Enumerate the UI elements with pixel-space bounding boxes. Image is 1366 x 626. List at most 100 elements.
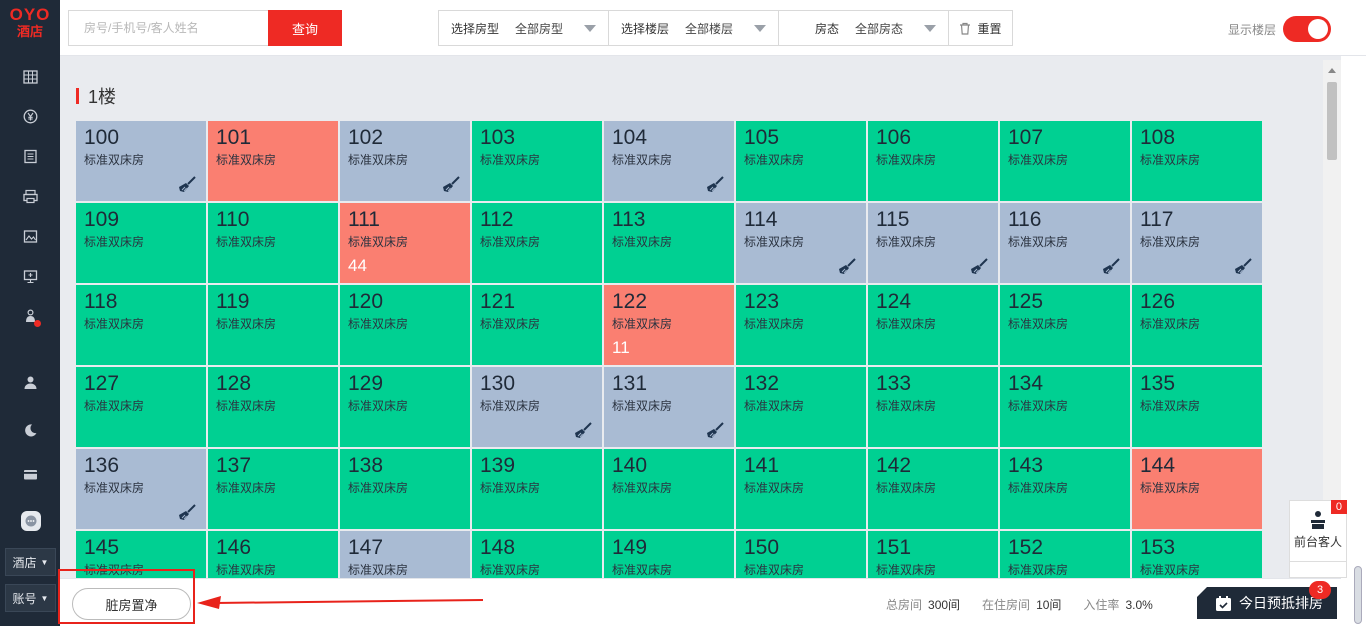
- room-tile-111[interactable]: 111 标准双床房 44: [340, 203, 470, 283]
- room-tile-122[interactable]: 122 标准双床房 11: [604, 285, 734, 365]
- room-tile-130[interactable]: 130 标准双床房: [472, 367, 602, 447]
- room-tile-108[interactable]: 108 标准双床房: [1132, 121, 1262, 201]
- room-tile-131[interactable]: 131 标准双床房: [604, 367, 734, 447]
- room-tile-148[interactable]: 148 标准双床房: [472, 531, 602, 578]
- room-number: 132: [744, 372, 780, 395]
- room-tile-110[interactable]: 110 标准双床房: [208, 203, 338, 283]
- hotel-menu-label: 酒店: [12, 555, 37, 570]
- room-tile-119[interactable]: 119 标准双床房: [208, 285, 338, 365]
- broom-icon: [443, 176, 460, 193]
- image-icon[interactable]: [22, 228, 38, 244]
- room-tile-132[interactable]: 132 标准双床房: [736, 367, 866, 447]
- room-type: 标准双床房: [480, 399, 541, 413]
- room-number: 102: [348, 126, 384, 149]
- room-tile-140[interactable]: 140 标准双床房: [604, 449, 734, 529]
- broom-icon: [971, 258, 988, 275]
- occupied-rooms-value: 10间: [1036, 598, 1062, 612]
- broom-icon: [1103, 258, 1120, 275]
- room-tile-141[interactable]: 141 标准双床房: [736, 449, 866, 529]
- room-tile-146[interactable]: 146 标准双床房: [208, 531, 338, 578]
- room-tile-142[interactable]: 142 标准双床房: [868, 449, 998, 529]
- room-type: 标准双床房: [480, 235, 541, 249]
- room-tile-124[interactable]: 124 标准双床房: [868, 285, 998, 365]
- room-tile-102[interactable]: 102 标准双床房: [340, 121, 470, 201]
- room-number: 128: [216, 372, 252, 395]
- front-desk-guests-button[interactable]: 0 前台客人: [1289, 500, 1347, 562]
- room-tile-103[interactable]: 103 标准双床房: [472, 121, 602, 201]
- room-number: 140: [612, 454, 648, 477]
- room-tile-149[interactable]: 149 标准双床房: [604, 531, 734, 578]
- room-tile-151[interactable]: 151 标准双床房: [868, 531, 998, 578]
- account-menu-button[interactable]: 账号 ▼: [5, 584, 56, 612]
- room-tile-144[interactable]: 144 标准双床房: [1132, 449, 1262, 529]
- room-number: 143: [1008, 454, 1044, 477]
- room-tile-106[interactable]: 106 标准双床房: [868, 121, 998, 201]
- hotel-menu-button[interactable]: 酒店 ▼: [5, 548, 56, 576]
- room-tile-125[interactable]: 125 标准双床房: [1000, 285, 1130, 365]
- room-tile-120[interactable]: 120 标准双床房: [340, 285, 470, 365]
- room-tile-153[interactable]: 153 标准双床房: [1132, 531, 1262, 578]
- room-tile-138[interactable]: 138 标准双床房: [340, 449, 470, 529]
- filter-room-type[interactable]: 选择房型 全部房型: [439, 11, 609, 45]
- room-type: 标准双床房: [216, 317, 277, 331]
- room-tile-116[interactable]: 116 标准双床房: [1000, 203, 1130, 283]
- card-icon[interactable]: [22, 466, 38, 482]
- reset-button[interactable]: 重置: [949, 11, 1012, 45]
- room-tile-114[interactable]: 114 标准双床房: [736, 203, 866, 283]
- room-tile-121[interactable]: 121 标准双床房: [472, 285, 602, 365]
- today-arrivals-button[interactable]: 今日预抵排房 3: [1197, 581, 1337, 619]
- room-tile-134[interactable]: 134 标准双床房: [1000, 367, 1130, 447]
- room-tile-126[interactable]: 126 标准双床房: [1132, 285, 1262, 365]
- room-number: 120: [348, 290, 384, 313]
- moon-icon[interactable]: [22, 422, 38, 438]
- show-floor-toggle[interactable]: [1283, 16, 1331, 42]
- search-input[interactable]: [68, 10, 268, 46]
- user-icon[interactable]: [22, 374, 38, 390]
- room-number: 121: [480, 290, 516, 313]
- room-tile-147[interactable]: 147 标准双床房: [340, 531, 470, 578]
- filter-room-status[interactable]: 房态 全部房态: [779, 11, 949, 45]
- room-tile-101[interactable]: 101 标准双床房: [208, 121, 338, 201]
- room-tile-143[interactable]: 143 标准双床房: [1000, 449, 1130, 529]
- room-tile-139[interactable]: 139 标准双床房: [472, 449, 602, 529]
- occupied-rooms-label: 在住房间: [982, 598, 1031, 612]
- monitor-icon[interactable]: [22, 268, 38, 284]
- room-type: 标准双床房: [876, 399, 937, 413]
- room-tile-133[interactable]: 133 标准双床房: [868, 367, 998, 447]
- room-tile-117[interactable]: 117 标准双床房: [1132, 203, 1262, 283]
- room-tile-128[interactable]: 128 标准双床房: [208, 367, 338, 447]
- room-tile-123[interactable]: 123 标准双床房: [736, 285, 866, 365]
- room-number: 109: [84, 208, 120, 231]
- filter-value: 全部房态: [855, 21, 904, 36]
- caret-down-icon: ▼: [40, 593, 49, 603]
- room-tile-105[interactable]: 105 标准双床房: [736, 121, 866, 201]
- yuan-icon[interactable]: [22, 108, 38, 124]
- filter-floor[interactable]: 选择楼层 全部楼层: [609, 11, 779, 45]
- scrollbar-thumb[interactable]: [1327, 82, 1337, 160]
- room-number: 139: [480, 454, 516, 477]
- scroll-up-icon[interactable]: [1328, 68, 1336, 73]
- room-tile-136[interactable]: 136 标准双床房: [76, 449, 206, 529]
- printer-icon[interactable]: [22, 188, 38, 204]
- room-tile-135[interactable]: 135 标准双床房: [1132, 367, 1262, 447]
- room-tile-113[interactable]: 113 标准双床房: [604, 203, 734, 283]
- room-tile-150[interactable]: 150 标准双床房: [736, 531, 866, 578]
- room-tile-115[interactable]: 115 标准双床房: [868, 203, 998, 283]
- chat-bubble-icon[interactable]: [21, 511, 41, 531]
- room-tile-104[interactable]: 104 标准双床房: [604, 121, 734, 201]
- room-tile-152[interactable]: 152 标准双床房: [1000, 531, 1130, 578]
- room-type: 标准双床房: [876, 317, 937, 331]
- floor-title-marker: [76, 88, 79, 104]
- occupancy-stat: 入住率 3.0%: [1083, 596, 1152, 613]
- room-tile-127[interactable]: 127 标准双床房: [76, 367, 206, 447]
- calendar-grid-icon[interactable]: [22, 68, 38, 84]
- room-tile-129[interactable]: 129 标准双床房: [340, 367, 470, 447]
- room-tile-118[interactable]: 118 标准双床房: [76, 285, 206, 365]
- room-tile-137[interactable]: 137 标准双床房: [208, 449, 338, 529]
- room-tile-109[interactable]: 109 标准双床房: [76, 203, 206, 283]
- room-tile-107[interactable]: 107 标准双床房: [1000, 121, 1130, 201]
- search-button[interactable]: 查询: [268, 10, 342, 46]
- list-icon[interactable]: [22, 148, 38, 164]
- room-tile-112[interactable]: 112 标准双床房: [472, 203, 602, 283]
- room-tile-100[interactable]: 100 标准双床房: [76, 121, 206, 201]
